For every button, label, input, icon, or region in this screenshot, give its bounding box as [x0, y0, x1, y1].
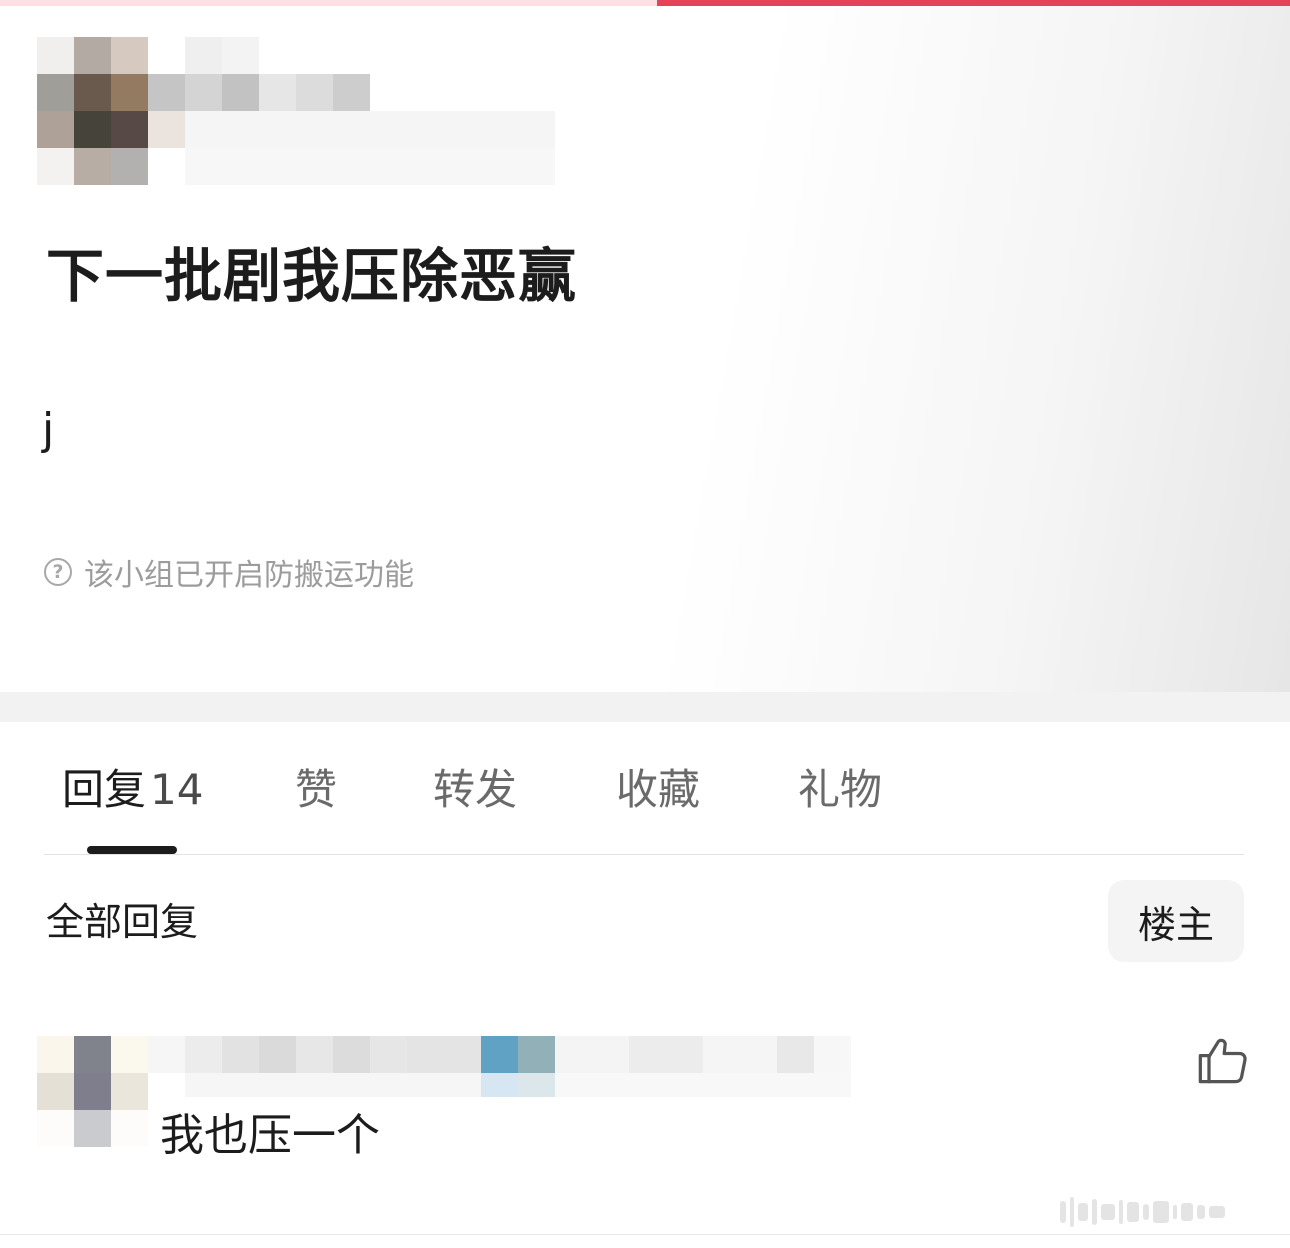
tab-likes[interactable]: 赞: [295, 764, 337, 816]
post-body: j: [42, 404, 55, 455]
interaction-tabs: 回复14 赞 转发 收藏 礼物: [0, 740, 1290, 840]
section-divider: [0, 692, 1290, 722]
notice-text: 该小组已开启防搬运功能: [84, 558, 414, 593]
tab-replies-count: 14: [150, 765, 204, 814]
tab-replies-label: 回复: [62, 765, 147, 814]
reply-text: 我也压一个: [160, 1110, 380, 1161]
active-tab-indicator: [87, 846, 177, 854]
question-circle-icon: ?: [44, 558, 72, 586]
tab-favorites[interactable]: 收藏: [616, 764, 700, 816]
all-replies-title: 全部回复: [46, 900, 199, 944]
tab-gifts[interactable]: 礼物: [798, 764, 882, 816]
tab-reposts[interactable]: 转发: [433, 764, 517, 816]
op-only-filter-button[interactable]: 楼主: [1108, 880, 1244, 962]
tab-replies[interactable]: 回复14: [62, 764, 203, 816]
post-title: 下一批剧我压除恶赢: [46, 242, 578, 310]
thumbs-up-icon[interactable]: [1196, 1034, 1248, 1086]
bottom-divider: [0, 1234, 1290, 1235]
watermark: [1060, 1192, 1282, 1232]
tabs-divider: [44, 854, 1244, 855]
anti-repost-notice[interactable]: ? 该小组已开启防搬运功能: [44, 552, 414, 593]
